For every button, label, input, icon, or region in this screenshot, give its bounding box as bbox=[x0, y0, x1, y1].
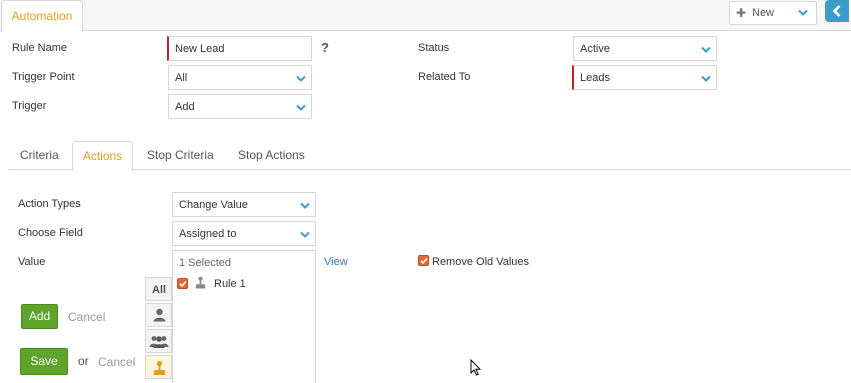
status-select[interactable]: Active bbox=[573, 36, 717, 61]
filter-all-button[interactable]: All bbox=[145, 277, 172, 301]
chevron-down-icon bbox=[701, 45, 711, 57]
trigger-point-select[interactable]: All bbox=[168, 65, 312, 90]
value-summary: 1 Selected bbox=[179, 257, 231, 269]
trigger-point-label: Trigger Point bbox=[12, 71, 75, 83]
tab-automation[interactable]: Automation bbox=[1, 0, 83, 32]
choose-field-label: Choose Field bbox=[18, 227, 83, 239]
related-to-select[interactable]: Leads bbox=[572, 65, 717, 90]
chevron-down-icon bbox=[296, 74, 306, 86]
chevron-down-icon bbox=[300, 201, 310, 213]
rule-icon bbox=[195, 276, 206, 289]
chevron-left-icon bbox=[832, 5, 841, 17]
choose-field-select[interactable]: Assigned to bbox=[172, 221, 316, 246]
value-label: Value bbox=[18, 256, 46, 268]
action-types-select[interactable]: Change Value bbox=[172, 192, 316, 217]
tab-actions[interactable]: Actions bbox=[72, 141, 133, 171]
group-icon bbox=[149, 336, 169, 348]
help-icon[interactable]: ? bbox=[321, 40, 329, 55]
plus-icon: ✚ bbox=[736, 6, 747, 20]
chevron-down-icon bbox=[296, 103, 306, 115]
chevron-down-icon bbox=[798, 8, 808, 20]
action-types-label: Action Types bbox=[18, 198, 81, 210]
rule-name-value: New Lead bbox=[175, 43, 225, 55]
trigger-label: Trigger bbox=[12, 100, 47, 112]
or-text: or bbox=[78, 354, 89, 368]
remove-old-values-checkbox[interactable] bbox=[418, 255, 429, 266]
cancel-add-link[interactable]: Cancel bbox=[68, 310, 105, 324]
trigger-value: Add bbox=[175, 101, 195, 113]
tab-stop-criteria[interactable]: Stop Criteria bbox=[147, 141, 214, 170]
filter-user-button[interactable] bbox=[145, 303, 172, 327]
trigger-select[interactable]: Add bbox=[168, 94, 312, 119]
filter-all-label: All bbox=[152, 284, 167, 296]
value-multiselect[interactable]: 1 Selected bbox=[172, 250, 316, 274]
top-bar bbox=[0, 0, 851, 31]
new-button[interactable]: ✚ New bbox=[729, 1, 817, 25]
trigger-point-value: All bbox=[175, 72, 188, 84]
tabs-divider bbox=[9, 169, 851, 170]
save-button[interactable]: Save bbox=[20, 348, 68, 375]
filter-rule-button[interactable] bbox=[145, 355, 172, 379]
rule-name-label: Rule Name bbox=[12, 42, 68, 54]
rule-name-input[interactable]: New Lead bbox=[167, 36, 312, 61]
related-to-label: Related To bbox=[418, 71, 471, 83]
user-icon bbox=[153, 308, 166, 322]
new-button-label: New bbox=[752, 7, 775, 19]
choose-field-value: Assigned to bbox=[179, 228, 237, 240]
collapse-panel-button[interactable] bbox=[825, 0, 849, 22]
rule-icon bbox=[153, 360, 166, 375]
rule-1-checkbox[interactable] bbox=[177, 278, 188, 289]
rule-1-label: Rule 1 bbox=[214, 278, 246, 290]
status-label: Status bbox=[418, 42, 450, 54]
action-types-value: Change Value bbox=[179, 199, 248, 211]
tab-criteria[interactable]: Criteria bbox=[20, 141, 59, 170]
tab-stop-actions[interactable]: Stop Actions bbox=[238, 141, 305, 170]
chevron-down-icon bbox=[701, 74, 711, 86]
add-button[interactable]: Add bbox=[21, 304, 58, 329]
filter-group-button[interactable] bbox=[145, 329, 172, 353]
related-to-value: Leads bbox=[580, 72, 610, 84]
mouse-cursor-icon bbox=[470, 359, 481, 376]
chevron-down-icon bbox=[300, 230, 310, 242]
status-value: Active bbox=[580, 43, 610, 55]
cancel-link[interactable]: Cancel bbox=[98, 355, 135, 369]
view-link[interactable]: View bbox=[324, 256, 348, 268]
remove-old-values-label: Remove Old Values bbox=[432, 256, 530, 268]
